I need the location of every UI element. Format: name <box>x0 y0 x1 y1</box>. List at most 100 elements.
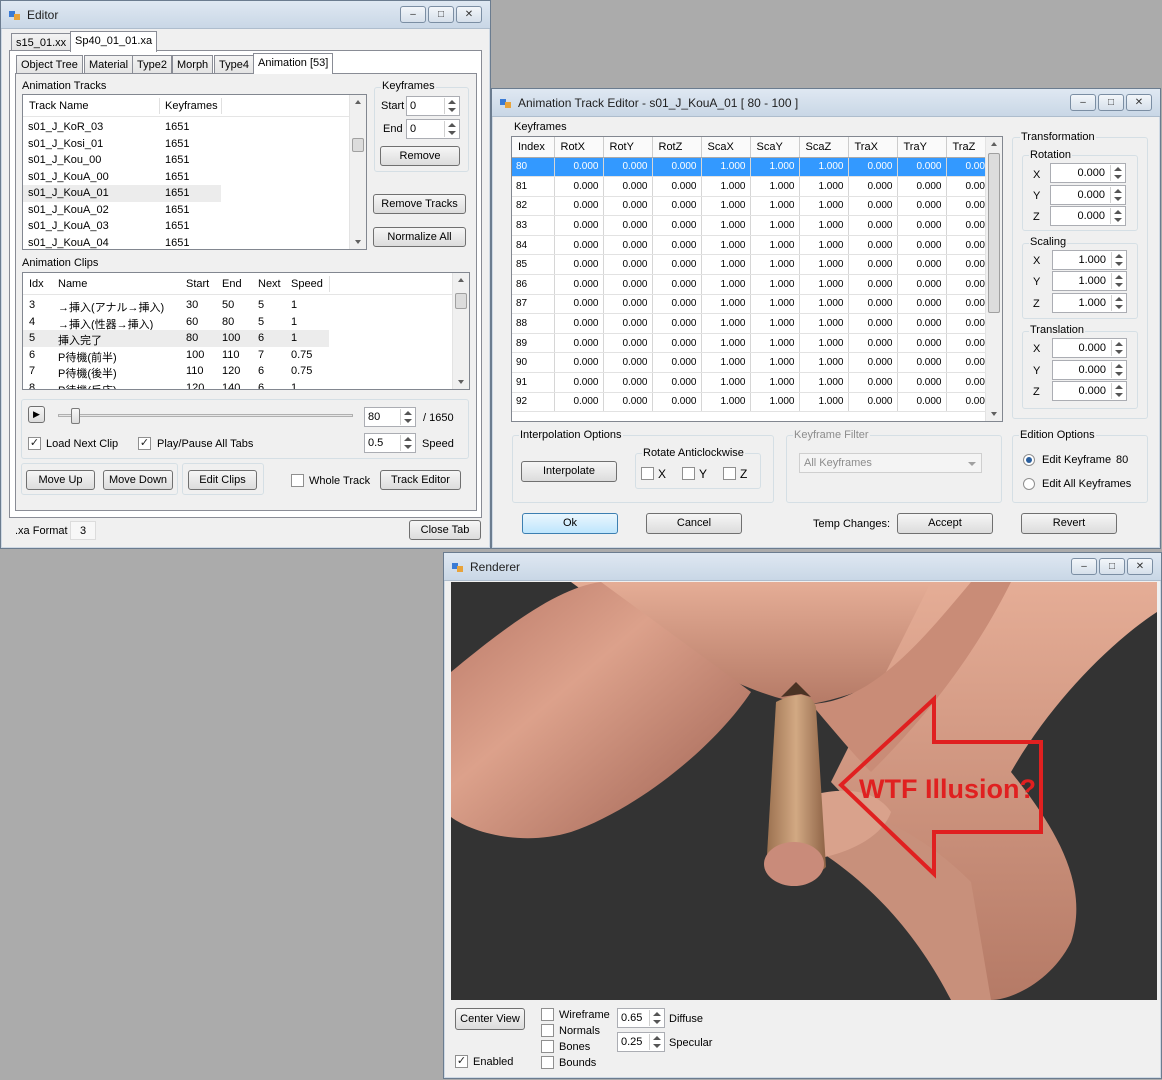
grid-cell[interactable]: 0.000 <box>652 196 702 217</box>
grid-cell[interactable]: 1.000 <box>750 294 800 315</box>
revert-button[interactable]: Revert <box>1021 513 1117 534</box>
clip-row[interactable]: 7 P待機(後半) 110 120 6 0.75 <box>23 363 329 380</box>
bones-checkbox[interactable] <box>541 1040 554 1053</box>
grid-cell[interactable]: 86 <box>512 274 555 295</box>
renderer-titlebar[interactable]: Renderer – □ ✕ <box>444 553 1161 581</box>
translation-y-spinner[interactable]: 0.000 <box>1052 360 1127 380</box>
grid-row[interactable]: 91 0.000 0.000 0.000 1.000 1.000 1.000 0.000 0.0… <box>512 372 996 393</box>
grid-cell[interactable]: 0.000 <box>554 196 604 217</box>
move-up-button[interactable]: Move Up <box>26 470 95 490</box>
grid-cell[interactable]: 1.000 <box>701 372 751 393</box>
track-row[interactable]: s01_J_KouA_00 1651 <box>23 169 221 186</box>
track-row[interactable]: s01_J_Kou_00 1651 <box>23 152 221 169</box>
tab-morph[interactable]: Morph <box>172 55 214 74</box>
grid-row[interactable]: 83 0.000 0.000 0.000 1.000 1.000 1.000 0.000 0.0… <box>512 215 996 236</box>
keyframe-filter-dropdown[interactable]: All Keyframes <box>799 453 982 473</box>
grid-row[interactable]: 89 0.000 0.000 0.000 1.000 1.000 1.000 0.000 0.0… <box>512 333 996 354</box>
render-viewport[interactable]: WTF Illusion? <box>451 582 1157 1000</box>
clip-row[interactable]: 5 挿入完了 80 100 6 1 <box>23 330 329 348</box>
grid-row[interactable]: 81 0.000 0.000 0.000 1.000 1.000 1.000 0.000 0.0… <box>512 176 996 197</box>
grid-cell[interactable]: 0.000 <box>603 372 653 393</box>
col-end[interactable]: End <box>222 278 242 290</box>
frame-slider[interactable] <box>58 408 353 424</box>
grid-cell[interactable]: 0.000 <box>603 352 653 374</box>
grid-cell[interactable]: 0.000 <box>897 313 947 334</box>
edit-all-radio[interactable] <box>1023 478 1035 490</box>
grid-cell[interactable]: 0.000 <box>603 333 653 354</box>
grid-cell[interactable]: 0.000 <box>652 352 702 374</box>
grid-cell[interactable]: 0.000 <box>554 254 604 276</box>
grid-cell[interactable]: 1.000 <box>799 235 849 256</box>
tab-material[interactable]: Material <box>84 55 134 74</box>
grid-cell[interactable]: 0.000 <box>897 235 947 256</box>
play-pause-checkbox[interactable]: ✓ <box>138 437 151 450</box>
grid-cell[interactable]: 82 <box>512 196 555 217</box>
grid-row[interactable]: 92 0.000 0.000 0.000 1.000 1.000 1.000 0.000 0.0… <box>512 392 996 413</box>
grid-cell[interactable]: 1.000 <box>750 333 800 354</box>
normalize-all-button[interactable]: Normalize All <box>373 227 466 247</box>
grid-cell[interactable]: 1.000 <box>701 313 751 334</box>
maximize-icon[interactable]: □ <box>1099 558 1125 575</box>
frame-spinner[interactable]: 80 <box>364 407 416 427</box>
grid-cell[interactable]: 1.000 <box>750 313 800 334</box>
rotation-y-spinner[interactable]: 0.000 <box>1050 185 1126 205</box>
grid-cell[interactable]: 1.000 <box>799 352 849 374</box>
grid-cell[interactable]: 90 <box>512 352 555 374</box>
grid-cell[interactable]: 0.000 <box>603 176 653 197</box>
grid-cell[interactable]: 1.000 <box>799 294 849 315</box>
col-name[interactable]: Name <box>58 278 87 290</box>
grid-cell[interactable]: 1.000 <box>799 392 849 413</box>
translation-x-spinner[interactable]: 0.000 <box>1052 338 1127 358</box>
grid-cell[interactable]: 0.000 <box>652 157 702 178</box>
grid-row[interactable]: 90 0.000 0.000 0.000 1.000 1.000 1.000 0.000 0.0… <box>512 352 996 374</box>
tracks-list[interactable]: Track Name Keyframes s01_J_KoR_03 1651 s01… <box>22 94 367 250</box>
grid-cell[interactable]: 1.000 <box>701 196 751 217</box>
grid-col-header[interactable]: TraY <box>897 137 947 158</box>
close-tab-button[interactable]: Close Tab <box>409 520 481 540</box>
grid-cell[interactable]: 0.000 <box>848 372 898 393</box>
close-icon[interactable]: ✕ <box>1126 94 1152 111</box>
clip-row[interactable]: 3 →挿入(アナル→挿入) 30 50 5 1 <box>23 297 329 314</box>
grid-cell[interactable]: 88 <box>512 313 555 334</box>
grid-cell[interactable]: 92 <box>512 392 555 413</box>
tab-object-tree[interactable]: Object Tree <box>16 55 83 74</box>
keyframes-grid[interactable]: Index RotX RotY RotZ ScaX ScaY ScaZ TraX TraY Tra… <box>511 136 1003 422</box>
grid-cell[interactable]: 1.000 <box>750 254 800 276</box>
grid-cell[interactable]: 0.000 <box>848 235 898 256</box>
rotate-z-checkbox[interactable] <box>723 467 736 480</box>
grid-cell[interactable]: 83 <box>512 215 555 236</box>
track-row[interactable]: s01_J_Kosi_01 1651 <box>23 136 221 153</box>
grid-cell[interactable]: 0.000 <box>897 392 947 413</box>
specular-spinner[interactable]: 0.25 <box>617 1032 665 1052</box>
grid-cell[interactable]: 1.000 <box>799 176 849 197</box>
grid-col-header[interactable]: ScaY <box>750 137 800 158</box>
grid-cell[interactable]: 0.000 <box>554 313 604 334</box>
grid-cell[interactable]: 1.000 <box>750 235 800 256</box>
interpolate-button[interactable]: Interpolate <box>521 461 617 482</box>
grid-cell[interactable]: 1.000 <box>701 215 751 236</box>
grid-cell[interactable]: 1.000 <box>750 176 800 197</box>
grid-cell[interactable]: 1.000 <box>701 254 751 276</box>
tracks-scrollbar[interactable] <box>349 95 366 249</box>
enabled-checkbox[interactable]: ✓ <box>455 1055 468 1068</box>
grid-cell[interactable]: 0.000 <box>603 313 653 334</box>
tab-animation[interactable]: Animation [53] <box>253 53 334 74</box>
grid-cell[interactable]: 1.000 <box>750 372 800 393</box>
grid-cell[interactable]: 80 <box>512 157 555 178</box>
track-editor-button[interactable]: Track Editor <box>380 470 461 490</box>
grid-cell[interactable]: 0.000 <box>603 235 653 256</box>
grid-cell[interactable]: 1.000 <box>799 215 849 236</box>
grid-cell[interactable]: 0.000 <box>554 215 604 236</box>
translation-z-spinner[interactable]: 0.000 <box>1052 381 1127 401</box>
accept-button[interactable]: Accept <box>897 513 993 534</box>
grid-cell[interactable]: 0.000 <box>554 392 604 413</box>
grid-col-header[interactable]: RotZ <box>652 137 702 158</box>
grid-cell[interactable]: 0.000 <box>603 196 653 217</box>
end-spinner[interactable]: 0 <box>406 119 460 139</box>
grid-cell[interactable]: 0.000 <box>603 274 653 295</box>
grid-col-header[interactable]: ScaX <box>701 137 751 158</box>
close-icon[interactable]: ✕ <box>456 6 482 23</box>
keyframes-scrollbar[interactable] <box>985 137 1002 421</box>
grid-col-header[interactable]: ScaZ <box>799 137 849 158</box>
grid-cell[interactable]: 0.000 <box>897 176 947 197</box>
